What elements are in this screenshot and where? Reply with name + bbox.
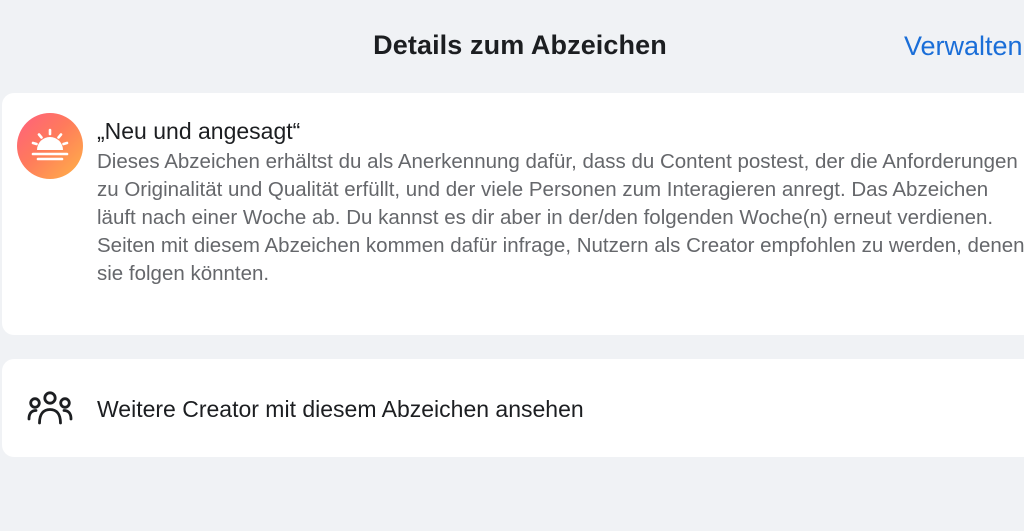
- sunrise-icon: [17, 113, 83, 179]
- badge-title: „Neu und angesagt“: [97, 118, 301, 144]
- people-group-icon: [27, 390, 73, 426]
- badge-details-card: „Neu und angesagt“ Dieses Abzeichen erhä…: [2, 93, 1024, 335]
- manage-button[interactable]: Verwalten: [904, 31, 1023, 62]
- view-creators-row[interactable]: Weitere Creator mit diesem Abzeichen ans…: [2, 359, 1024, 457]
- page-title: Details zum Abzeichen: [373, 30, 667, 60]
- badge-description: Dieses Abzeichen erhältst du als Anerken…: [97, 150, 1024, 285]
- view-creators-label: Weitere Creator mit diesem Abzeichen ans…: [97, 396, 584, 422]
- top-bar: Details zum Abzeichen Verwalten: [0, 0, 1024, 92]
